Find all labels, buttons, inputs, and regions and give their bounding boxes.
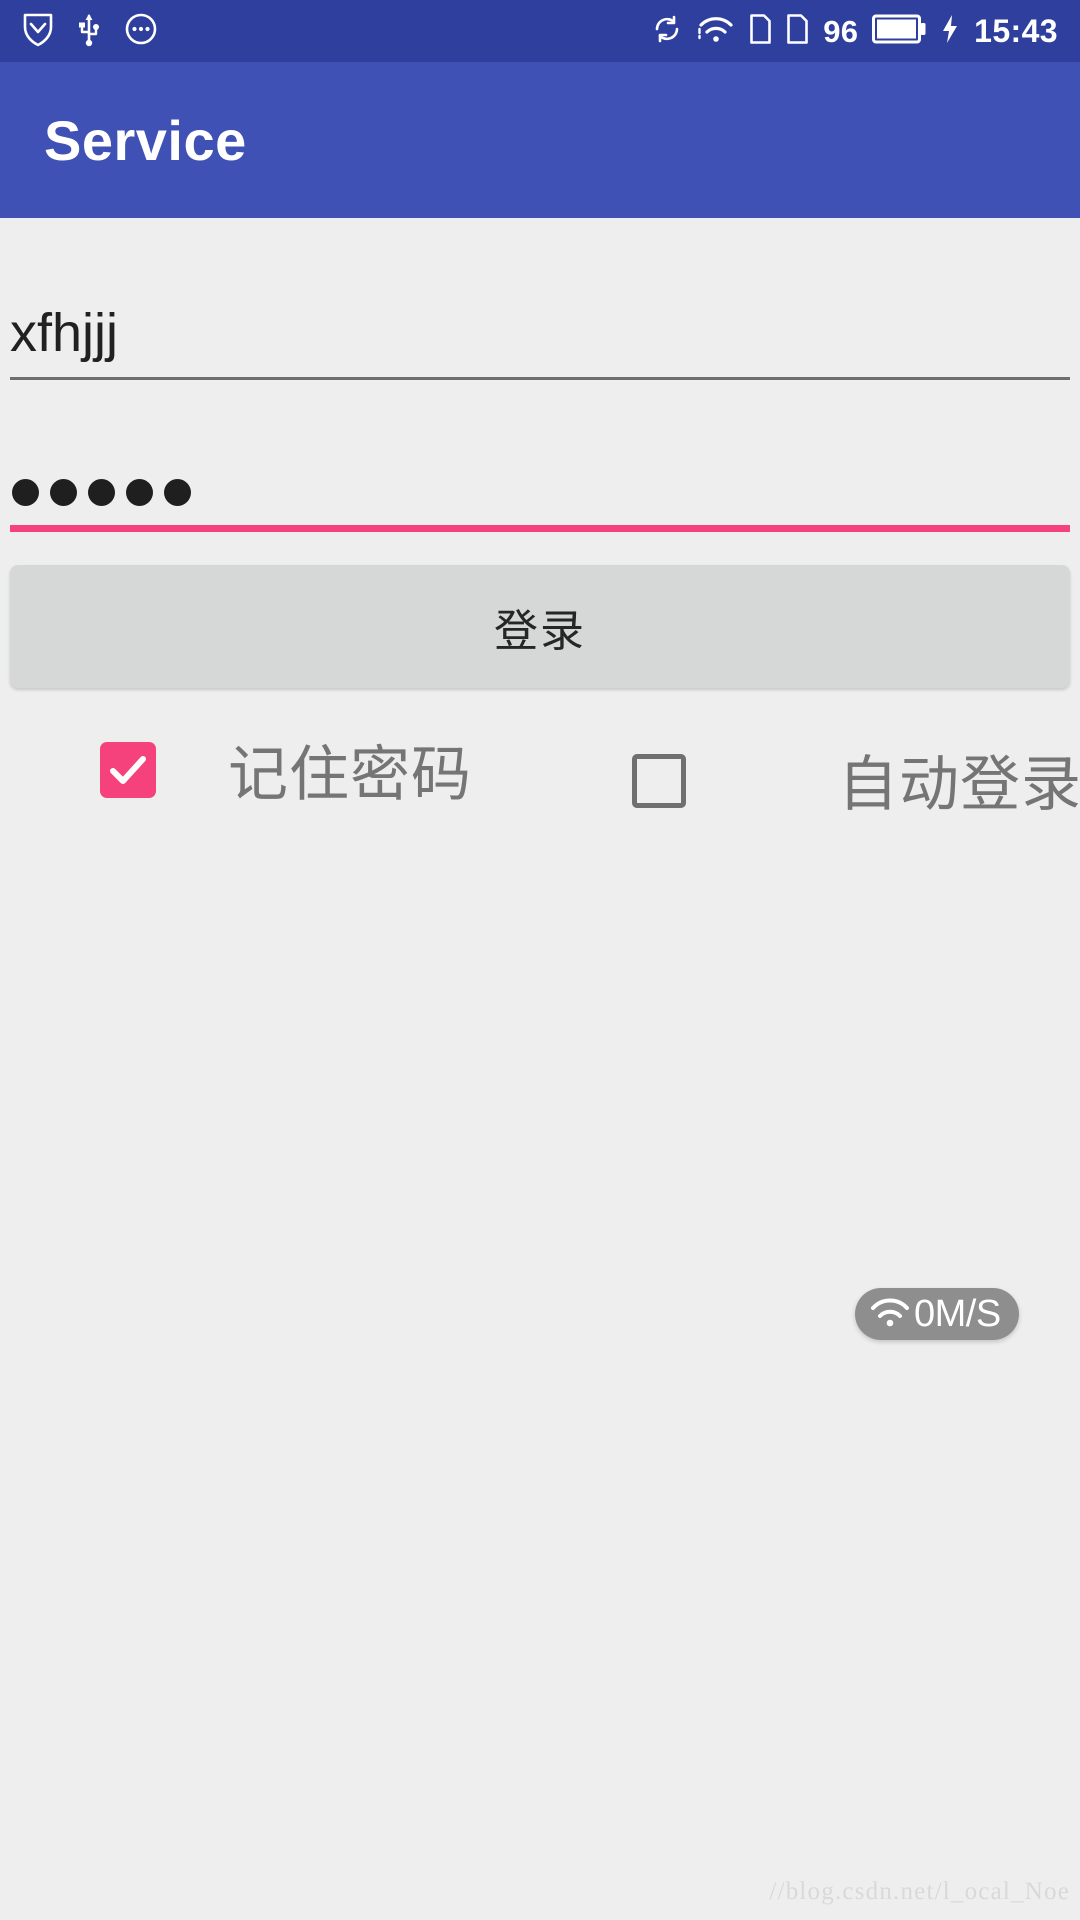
watermark: //blog.csdn.net/l_ocal_Noe [769,1878,1070,1905]
phone-screen: 96 15:43 Service xfhjjj 登录 记住密码 自动登录 0M/… [0,0,1080,1920]
password-dot [12,479,39,506]
app-bar: Service [0,62,1080,218]
network-speed-label: 0M/S [914,1293,1001,1335]
wifi-icon [869,1295,911,1334]
remember-password-checkbox[interactable] [100,742,156,798]
username-underline [10,377,1070,380]
login-button-label: 登录 [494,606,586,656]
sim2-icon [786,13,809,50]
password-dot [164,479,191,506]
sim1-icon [749,13,772,50]
password-field[interactable] [10,430,1070,532]
status-bar-left-icons [22,11,158,52]
options-row: 记住密码 自动登录 [0,718,1080,828]
battery-full-icon [872,14,926,49]
password-dot [50,479,77,506]
status-bar-right-icons: 96 15:43 [651,13,1058,50]
wifi-icon [697,13,735,50]
password-dot [88,479,115,506]
battery-percentage: 96 [823,13,859,49]
login-button[interactable]: 登录 [10,565,1070,688]
usb-icon [76,11,102,52]
auto-login-checkbox[interactable] [632,754,686,808]
download-shield-icon [22,11,54,52]
status-bar: 96 15:43 [0,0,1080,62]
password-underline [10,525,1070,532]
password-dot [126,479,153,506]
remember-password-label[interactable]: 记住密码 [228,726,472,813]
username-value[interactable]: xfhjjj [10,305,118,362]
app-bar-title: Service [44,108,247,172]
network-speed-indicator[interactable]: 0M/S [855,1288,1019,1340]
sync-icon [651,13,683,50]
status-bar-clock: 15:43 [974,13,1058,49]
login-form: xfhjjj 登录 记住密码 自动登录 0M/S //blog.csdn.net… [0,218,1080,1920]
auto-login-label[interactable]: 自动登录 [838,736,1080,823]
more-circle-icon [124,12,158,51]
charging-bolt-icon [940,14,960,49]
username-field[interactable]: xfhjjj [10,278,1070,380]
password-masked-value[interactable] [12,479,191,506]
